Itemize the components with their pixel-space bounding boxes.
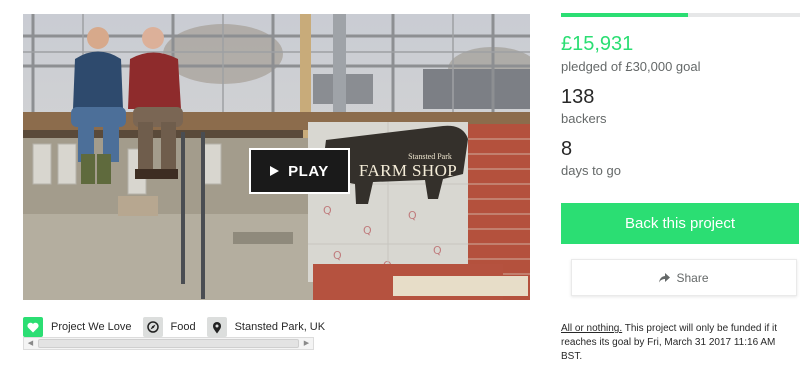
all-or-nothing-link[interactable]: All or nothing. (561, 323, 622, 334)
project-page: QQQ QQQ Stansted Park FAR (0, 0, 800, 370)
pledged-goal-text: pledged of £30,000 goal (561, 59, 701, 74)
scroll-left-arrow-icon[interactable]: ◀ (24, 338, 37, 349)
funding-progress-bar (561, 13, 800, 17)
funding-terms: All or nothing. This project will only b… (561, 322, 797, 364)
share-button[interactable]: Share (571, 259, 797, 296)
sign-subtitle: Stansted Park (408, 152, 452, 161)
svg-text:Q: Q (408, 209, 417, 222)
play-label: PLAY (288, 162, 329, 180)
back-project-button[interactable]: Back this project (561, 203, 799, 244)
compass-icon (142, 317, 163, 337)
svg-text:Q: Q (363, 224, 372, 237)
tag-project-we-love[interactable]: Project We Love (51, 321, 132, 333)
backers-label: backers (561, 111, 607, 126)
svg-text:Q: Q (333, 249, 342, 262)
svg-text:Q: Q (433, 244, 442, 257)
backers-count: 138 (561, 86, 595, 108)
map-pin-icon (206, 317, 227, 337)
project-video[interactable]: QQQ QQQ Stansted Park FAR (23, 14, 530, 300)
tag-location[interactable]: Stansted Park, UK (235, 321, 326, 333)
tag-category[interactable]: Food (171, 321, 196, 333)
project-tags: Project We Love Food Stansted Park, UK (23, 316, 336, 338)
svg-text:Q: Q (323, 204, 332, 217)
play-icon (270, 166, 280, 176)
sign-title: FARM SHOP (358, 161, 458, 180)
days-left-label: days to go (561, 163, 621, 178)
scrollbar-thumb[interactable] (38, 339, 299, 348)
share-label: Share (676, 270, 709, 285)
pledged-amount: £15,931 (561, 33, 634, 55)
share-arrow-icon (659, 272, 671, 282)
horizontal-scrollbar[interactable]: ◀ ▶ (23, 337, 314, 350)
days-left-count: 8 (561, 138, 573, 160)
play-button[interactable]: PLAY (249, 148, 350, 194)
scroll-right-arrow-icon[interactable]: ▶ (300, 338, 313, 349)
heart-icon (23, 317, 43, 337)
funding-progress-fill (561, 13, 688, 17)
